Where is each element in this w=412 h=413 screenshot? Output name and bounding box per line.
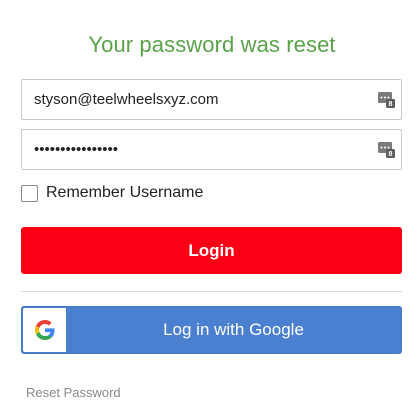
google-login-button[interactable]: Log in with Google [21, 306, 402, 354]
password-field[interactable]: 8 [21, 129, 402, 170]
password-manager-icon[interactable]: 8 [377, 140, 395, 158]
email-input[interactable] [22, 80, 362, 119]
svg-text:8: 8 [389, 101, 393, 108]
google-g-icon [34, 320, 55, 340]
svg-text:8: 8 [389, 151, 393, 158]
page-title: Your password was reset [88, 32, 336, 57]
password-manager-icon[interactable]: 8 [377, 90, 395, 108]
password-input[interactable] [22, 130, 362, 169]
email-field[interactable]: 8 [21, 79, 402, 120]
remember-username-label[interactable]: Remember Username [46, 184, 203, 202]
remember-username-checkbox[interactable] [21, 184, 38, 202]
reset-password-link[interactable]: Reset Password [26, 385, 121, 400]
google-login-label: Log in with Google [163, 320, 304, 339]
google-logo-container [23, 308, 66, 352]
remember-username[interactable]: Remember Username [21, 182, 203, 204]
divider [21, 291, 402, 292]
login-button[interactable]: Login [21, 227, 402, 274]
login-panel: Your password was reset 8 8 Remember Use… [0, 0, 412, 413]
